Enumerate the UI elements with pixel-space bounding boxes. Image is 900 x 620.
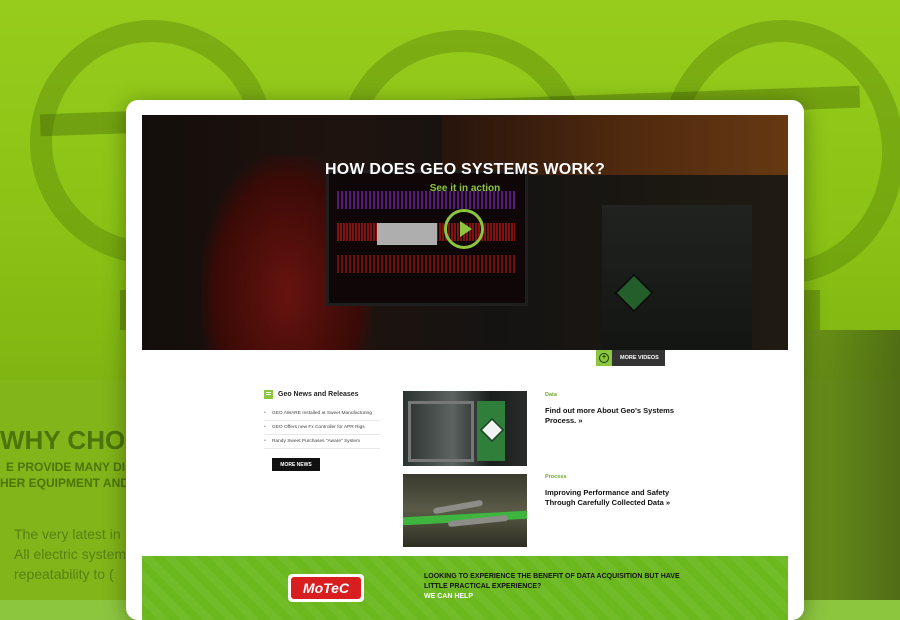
background-subline: E PROVIDE MANY DIST <box>6 460 141 474</box>
hero-subtitle: See it in action <box>429 183 501 194</box>
background-subline: HER EQUIPMENT AND <box>0 476 129 490</box>
clamp <box>432 499 484 515</box>
background-shadow <box>800 330 900 600</box>
background-paragraph: All electric system <box>14 546 127 562</box>
more-videos-label: MORE VIDEOS <box>620 355 659 361</box>
more-videos-button[interactable]: + MORE VIDEOS <box>596 350 665 366</box>
video-hero[interactable]: HOW DOES GEO SYSTEMS WORK? See it in act… <box>142 115 788 350</box>
news-item[interactable]: GEO AWARE Installed at Sweet Manufacturi… <box>264 407 380 421</box>
banner-help-link[interactable]: WE CAN HELP <box>424 593 473 600</box>
hero-title: HOW DOES GEO SYSTEMS WORK? <box>325 161 605 178</box>
background-paragraph: repeatability to ( <box>14 566 114 582</box>
plus-circle-icon: + <box>599 353 609 363</box>
feature-link[interactable]: Find out more About Geo's Systems Proces… <box>545 406 675 426</box>
motec-logo[interactable]: MoTeC <box>288 574 364 602</box>
news-icon <box>264 390 273 399</box>
news-header: Geo News and Releases <box>264 390 359 399</box>
plus-icon-box: + <box>596 350 612 366</box>
banner-text: LOOKING TO EXPERIENCE THE BENEFIT OF DAT… <box>424 573 680 590</box>
feature-category: Process <box>545 474 567 480</box>
rig-frame <box>408 401 474 462</box>
process-thumbnail[interactable] <box>403 474 527 547</box>
news-title: Geo News and Releases <box>278 391 359 398</box>
feature-category: Data <box>545 392 557 398</box>
play-button[interactable] <box>444 209 484 249</box>
news-item[interactable]: GEO Offers new Fx Controller for APR Rig… <box>264 421 380 435</box>
motec-banner: MoTeC LOOKING TO EXPERIENCE THE BENEFIT … <box>142 556 788 620</box>
page-card: HOW DOES GEO SYSTEMS WORK? See it in act… <box>126 100 804 620</box>
data-thumbnail[interactable] <box>403 391 527 466</box>
background-heading: WHY CHOO <box>0 425 146 455</box>
motec-logo-text: MoTeC <box>291 577 361 599</box>
feature-link[interactable]: Improving Performance and Safety Through… <box>545 488 675 508</box>
news-list: GEO AWARE Installed at Sweet Manufacturi… <box>264 407 380 449</box>
more-news-button[interactable]: MORE NEWS <box>272 458 320 471</box>
background-paragraph: The very latest in <box>14 526 121 542</box>
play-icon <box>460 221 472 237</box>
news-item[interactable]: Randy Sweet Purchases "Aware" System <box>264 435 380 449</box>
